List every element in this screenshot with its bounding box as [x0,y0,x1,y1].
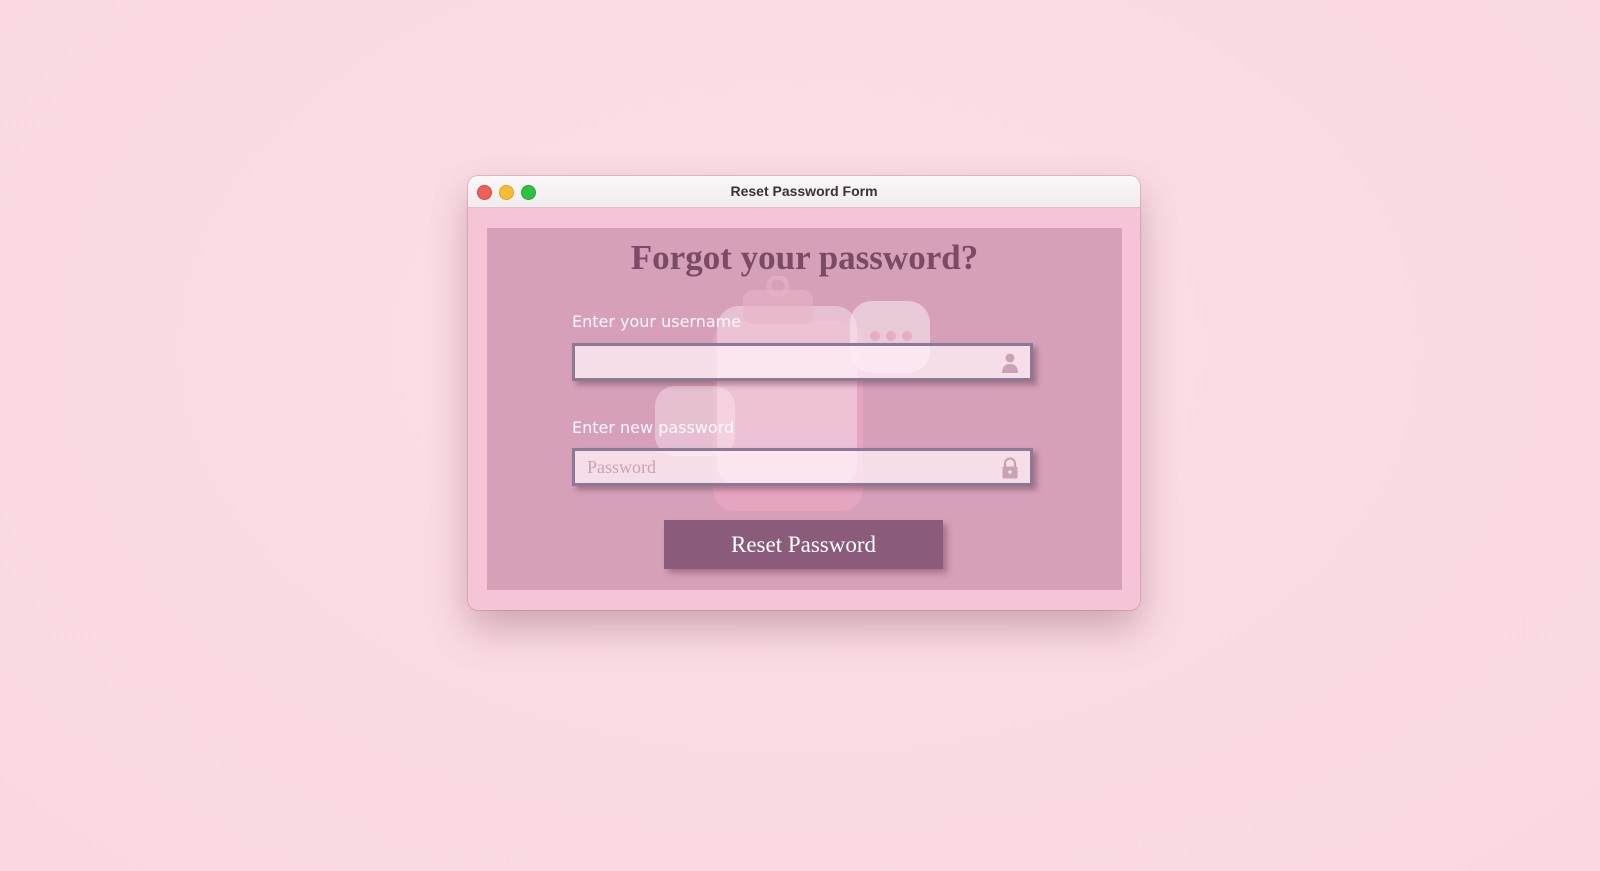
password-label: Enter new password [572,418,735,437]
desktop-background: Reset Password Form Forgot your password… [0,0,1600,871]
user-icon [1002,353,1018,373]
page-heading: Forgot your password? [630,238,979,277]
window-title: Reset Password Form [730,183,878,199]
title-bar[interactable]: Reset Password Form [468,176,1140,208]
username-field-container [572,343,1033,381]
password-field-container [572,448,1033,486]
username-input[interactable] [575,346,987,378]
form-panel: Forgot your password? Enter your usernam… [487,228,1122,590]
lock-icon [1002,457,1018,479]
username-label: Enter your username [572,312,742,331]
app-window: Reset Password Form Forgot your password… [468,176,1140,610]
reset-password-button[interactable]: Reset Password [664,520,943,569]
password-input[interactable] [575,451,987,483]
